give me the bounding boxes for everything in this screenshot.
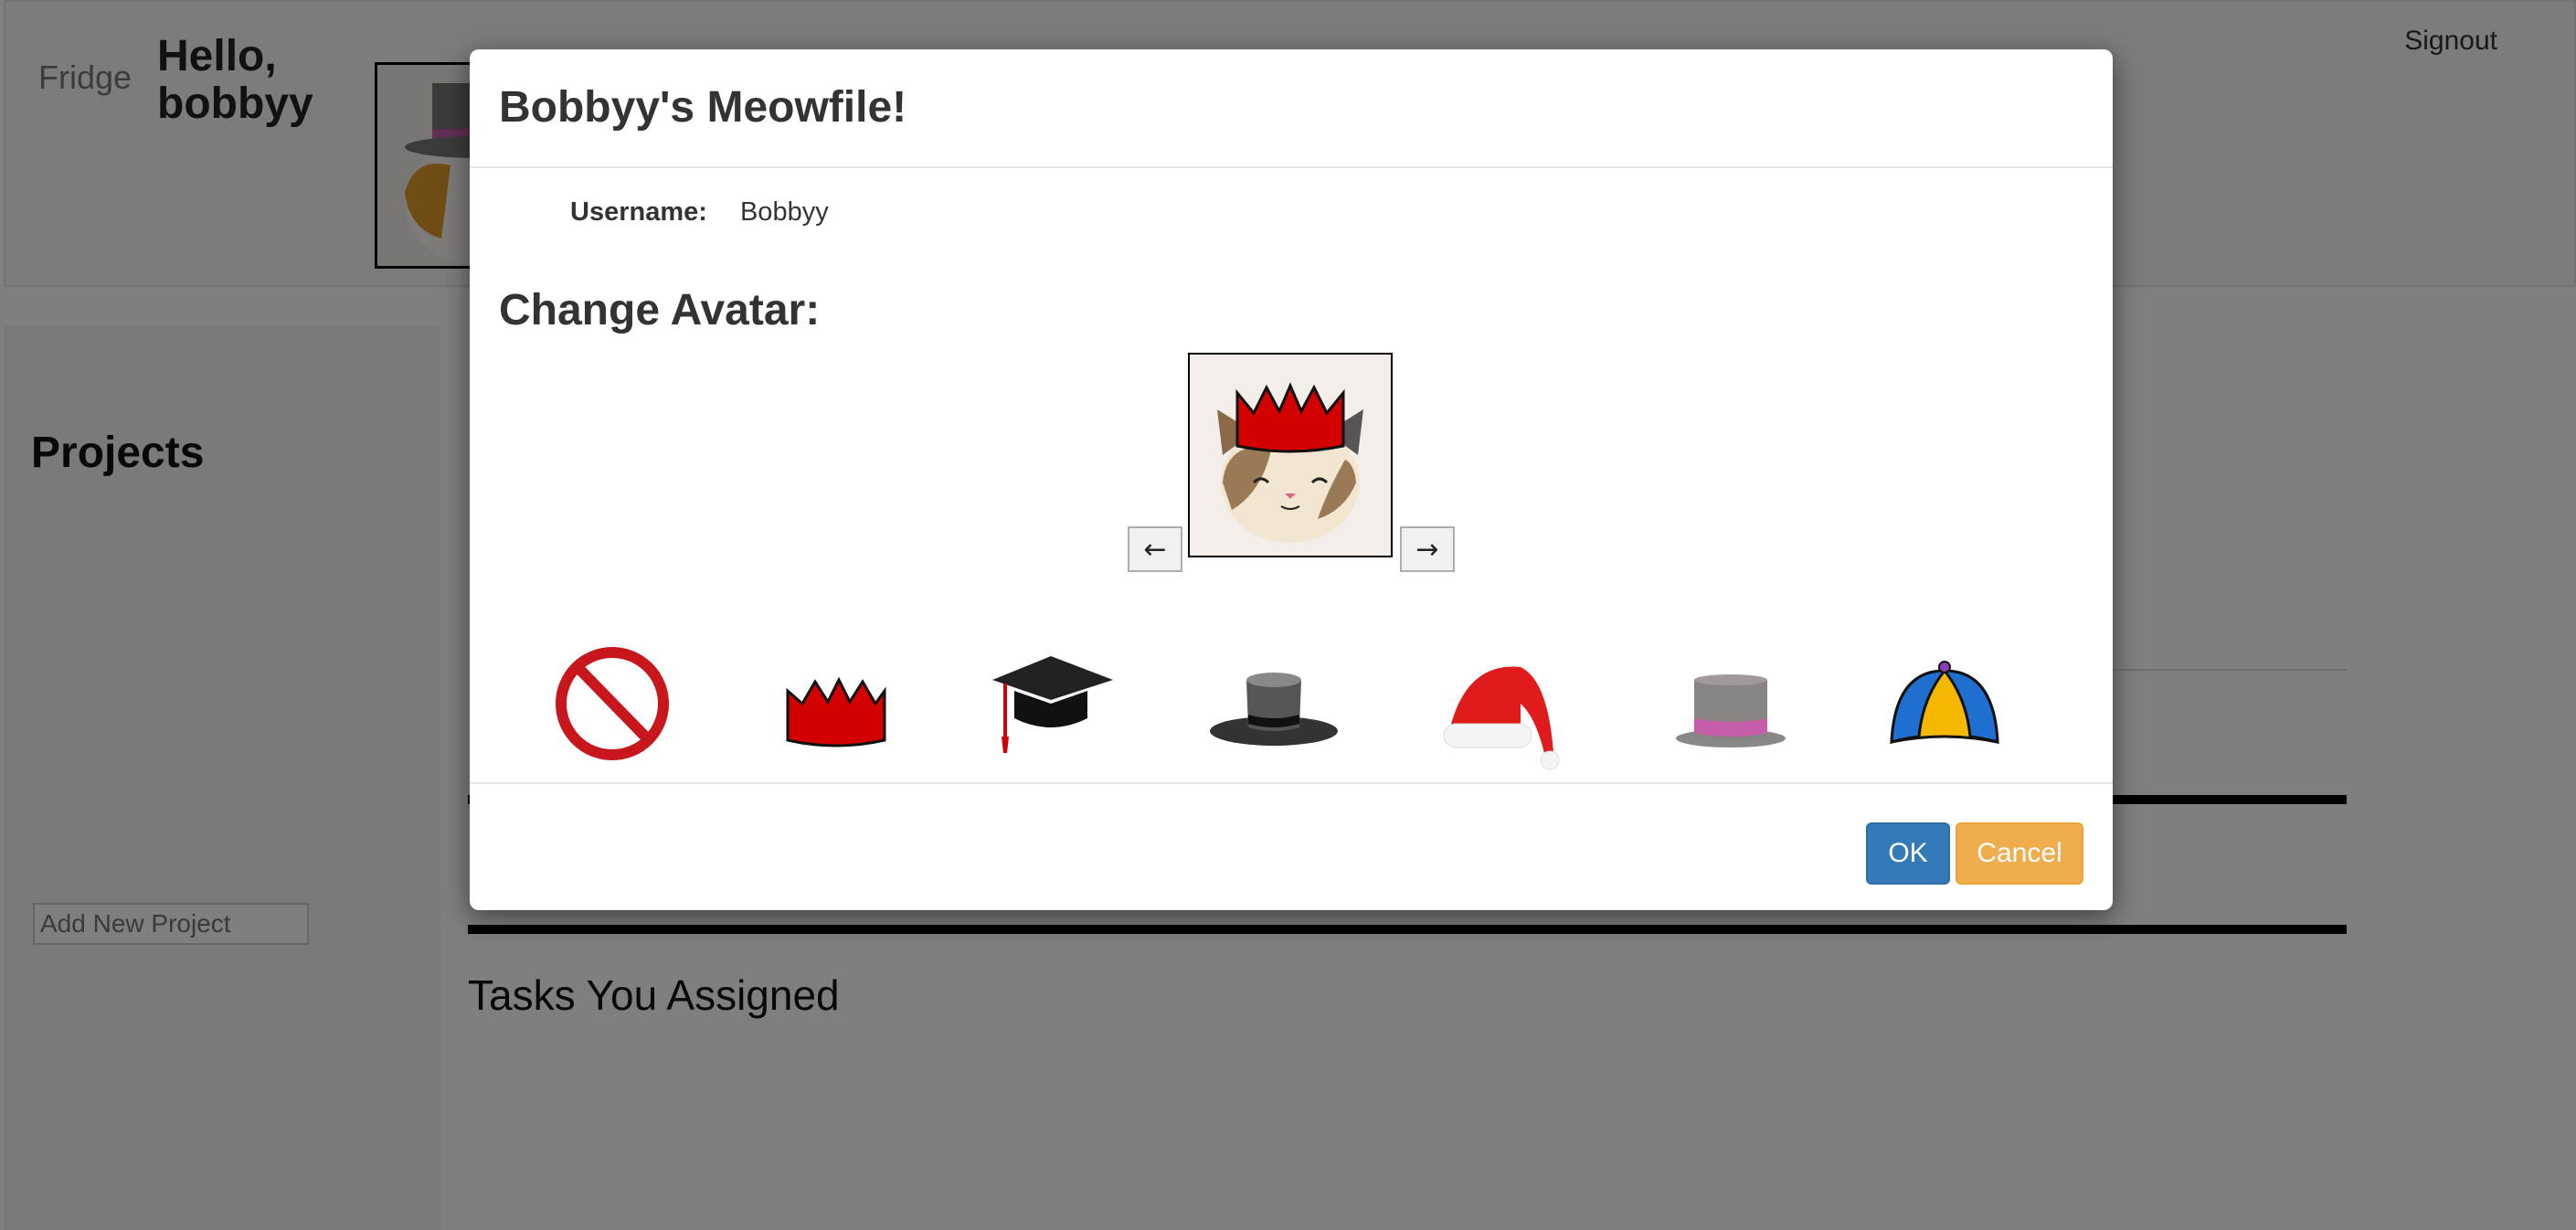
username-row: Username: Bobbyy xyxy=(570,197,829,228)
hat-options xyxy=(515,616,2078,799)
cancel-button[interactable]: Cancel xyxy=(1956,822,2083,885)
ok-button[interactable]: OK xyxy=(1866,822,1950,885)
cat-crown-icon xyxy=(1217,382,1363,543)
santa-hat-icon xyxy=(1443,666,1560,770)
username-value: Bobbyy xyxy=(739,197,829,227)
no-hat-icon xyxy=(556,647,669,760)
hat-option-propeller-beanie[interactable] xyxy=(1871,616,2018,780)
hat-option-gray-top-hat[interactable] xyxy=(1658,616,1804,780)
next-avatar-button[interactable]: → xyxy=(1400,526,1455,572)
change-avatar-heading: Change Avatar: xyxy=(499,286,821,334)
hat-option-graduation-cap[interactable] xyxy=(978,616,1124,780)
username-label: Username: xyxy=(570,197,707,227)
propeller-beanie-icon xyxy=(1890,661,1999,745)
modal-title: Bobbyy's Meowfile! xyxy=(499,83,907,132)
hat-option-santa-hat[interactable] xyxy=(1429,616,1575,780)
black-top-hat-icon xyxy=(1210,673,1338,746)
modal-header: Bobbyy's Meowfile! xyxy=(470,49,2113,168)
hat-option-black-top-hat[interactable] xyxy=(1201,616,1347,780)
avatar-preview xyxy=(1188,353,1393,557)
graduation-cap-icon xyxy=(992,656,1113,753)
crown-icon xyxy=(786,676,886,748)
hat-option-crown[interactable] xyxy=(762,616,908,780)
prev-avatar-button[interactable]: ← xyxy=(1128,526,1182,572)
hat-option-none[interactable] xyxy=(543,616,689,780)
modal-footer-divider xyxy=(470,782,2113,784)
gray-top-hat-icon xyxy=(1676,674,1786,748)
profile-modal: Bobbyy's Meowfile! Username: Bobbyy Chan… xyxy=(470,49,2113,910)
